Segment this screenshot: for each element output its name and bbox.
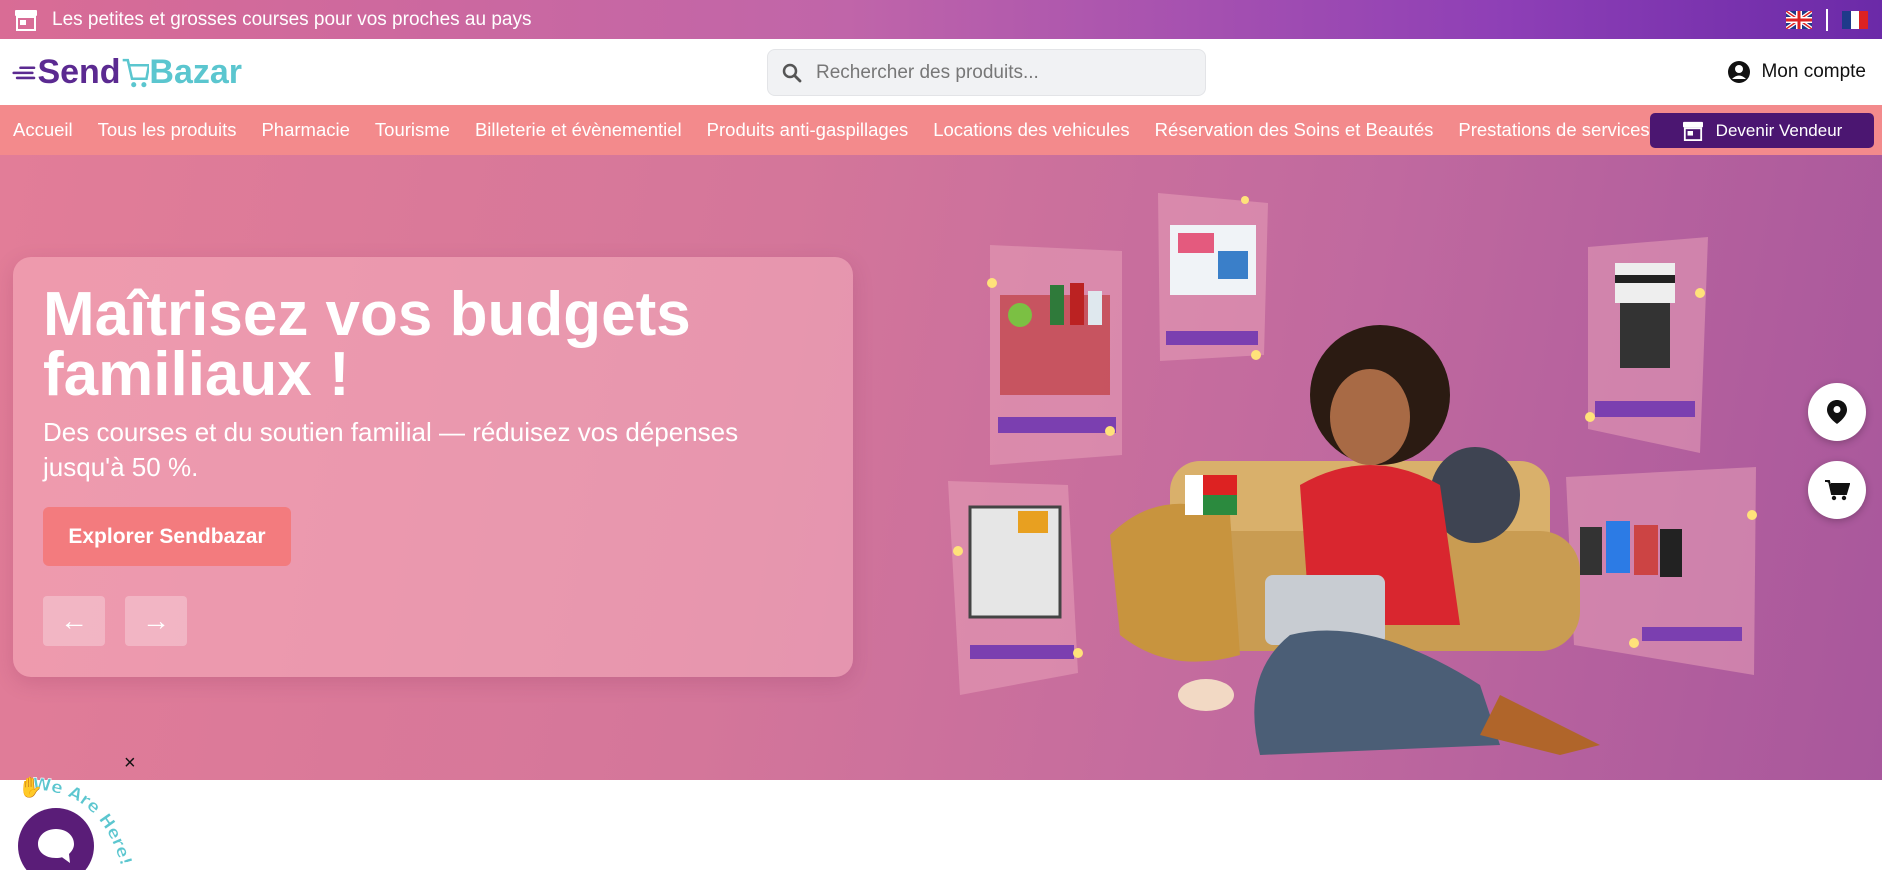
chat-close-button[interactable]: ×: [124, 752, 136, 775]
main-nav: Accueil Tous les produits Pharmacie Tour…: [0, 105, 1882, 155]
hero-subtitle: Des courses et du soutien familial — réd…: [43, 417, 739, 482]
nav-item-pharmacie[interactable]: Pharmacie: [261, 119, 349, 141]
clothing-panel-image: [1588, 237, 1708, 453]
hero-card: Maîtrisez vos budgets familiaux ! Des co…: [13, 257, 853, 677]
carousel-next-button[interactable]: →: [125, 596, 187, 646]
nav-item-locations-vehicules[interactable]: Locations des vehicules: [933, 119, 1129, 141]
shop-icon: [1682, 121, 1703, 141]
site-header: Send Bazar Mon compte: [0, 39, 1882, 105]
hero-illustration: [948, 193, 1757, 755]
location-button[interactable]: [1808, 383, 1866, 441]
sendbazar-logo[interactable]: Send Bazar: [12, 42, 242, 102]
fr-flag-icon[interactable]: [1842, 10, 1868, 29]
nav-item-accueil[interactable]: Accueil: [13, 119, 73, 141]
map-pin-icon: [1827, 400, 1847, 424]
chat-bubble-icon: [38, 829, 74, 863]
logo-bazar: Bazar: [149, 52, 242, 91]
medicine-panel-image: [1158, 193, 1268, 361]
become-vendor-button[interactable]: Devenir Vendeur: [1650, 113, 1874, 148]
nav-item-soins-beautes[interactable]: Réservation des Soins et Beautés: [1155, 119, 1434, 141]
cart-button[interactable]: [1808, 461, 1866, 519]
search-bar[interactable]: [767, 49, 1206, 96]
shop-icon: [15, 9, 37, 31]
nav-item-prestations-services[interactable]: Prestations de services: [1458, 119, 1649, 141]
speed-lines-icon: [12, 66, 36, 80]
nav-item-anti-gaspillages[interactable]: Produits anti-gaspillages: [707, 119, 909, 141]
cement-panel-image: [948, 481, 1078, 695]
promo-message: Les petites et grosses courses pour vos …: [52, 8, 532, 30]
top-promo-bar: Les petites et grosses courses pour vos …: [0, 0, 1882, 39]
grocery-panel-image: [990, 245, 1122, 465]
become-vendor-label: Devenir Vendeur: [1715, 120, 1843, 140]
account-link[interactable]: Mon compte: [1727, 53, 1866, 91]
uk-flag-icon[interactable]: [1786, 10, 1812, 29]
user-icon: [1728, 61, 1751, 83]
search-input[interactable]: [816, 61, 1176, 84]
search-icon: [782, 63, 802, 82]
nav-item-billeterie[interactable]: Billeterie et évènementiel: [475, 119, 682, 141]
cart-logo-icon: [122, 58, 150, 88]
carousel-prev-button[interactable]: ←: [43, 596, 105, 646]
hero-banner: Maîtrisez vos budgets familiaux ! Des co…: [0, 155, 1882, 780]
account-label: Mon compte: [1761, 61, 1866, 82]
madagascar-flag-image: [1185, 475, 1237, 515]
phones-panel-image: [1566, 467, 1756, 675]
nav-item-tous-les-produits[interactable]: Tous les produits: [98, 119, 237, 141]
cart-icon: [1825, 480, 1850, 501]
waving-hand-icon: ✋: [18, 775, 43, 799]
hero-title: Maîtrisez vos budgets familiaux !: [43, 280, 691, 409]
logo-send: Send: [37, 52, 121, 91]
language-divider: [1826, 8, 1828, 31]
nav-item-tourisme[interactable]: Tourisme: [375, 119, 450, 141]
explore-button[interactable]: Explorer Sendbazar: [43, 507, 291, 566]
